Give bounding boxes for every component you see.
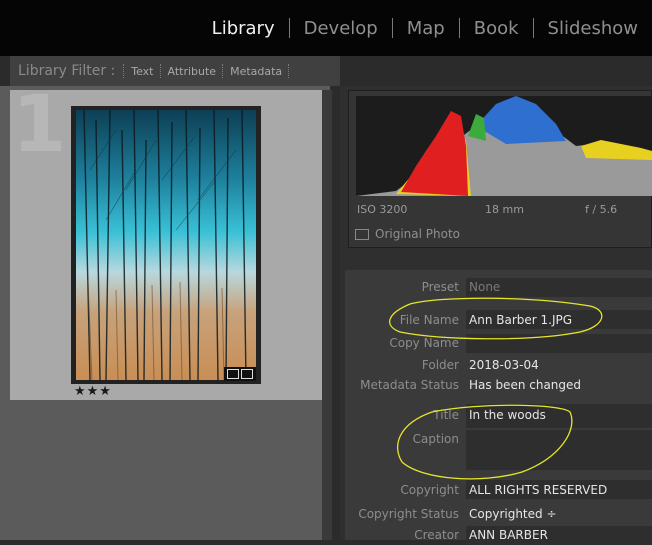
- title-value: In the woods: [469, 408, 546, 422]
- thumbnail-badges: [224, 367, 256, 381]
- star-rating[interactable]: ★★★: [74, 384, 112, 399]
- metadata-status-value: Has been changed: [469, 378, 582, 392]
- copyright-status-label: Copyright Status: [358, 507, 459, 521]
- camera-info-row: ISO 3200 18 mm f / 5.6: [357, 203, 652, 216]
- title-label: Title: [433, 408, 459, 422]
- folder-label: Folder: [421, 358, 459, 372]
- filter-attribute[interactable]: Attribute: [162, 65, 223, 78]
- original-photo-label: Original Photo: [375, 227, 461, 241]
- filter-text[interactable]: Text: [125, 65, 159, 78]
- module-slideshow[interactable]: Slideshow: [534, 18, 652, 39]
- photo-thumbnail[interactable]: [76, 110, 256, 380]
- metadata-row-file-name: File Name Ann Barber 1.JPG: [345, 310, 652, 332]
- copyright-status-dropdown[interactable]: Copyrighted ÷: [469, 507, 557, 521]
- metadata-badge-icon[interactable]: [227, 369, 239, 379]
- caption-field[interactable]: [466, 430, 652, 470]
- grid-scrollbar[interactable]: [322, 90, 332, 540]
- metadata-row-preset: Preset None: [345, 278, 652, 298]
- module-map[interactable]: Map: [393, 18, 459, 39]
- checkbox-icon[interactable]: [355, 228, 369, 240]
- metadata-row-status: Metadata Status Has been changed: [345, 378, 652, 396]
- metadata-row-copyright: Copyright ALL RIGHTS RESERVED: [345, 480, 652, 500]
- aperture-value: f / 5.6: [585, 203, 618, 216]
- focal-length: 18 mm: [485, 203, 524, 216]
- copy-name-label: Copy Name: [389, 336, 459, 350]
- forest-photo: [76, 110, 256, 380]
- preset-label: Preset: [421, 280, 459, 294]
- filter-metadata[interactable]: Metadata: [224, 65, 288, 78]
- metadata-row-folder: Folder 2018-03-04: [345, 358, 652, 376]
- copy-badge-icon[interactable]: [241, 369, 253, 379]
- copyright-value: ALL RIGHTS RESERVED: [469, 483, 608, 497]
- preset-value: None: [469, 280, 501, 294]
- caption-label: Caption: [412, 432, 459, 446]
- folder-value[interactable]: 2018-03-04: [469, 358, 539, 372]
- copyright-label: Copyright: [400, 483, 459, 497]
- metadata-row-copyright-status: Copyright Status Copyrighted ÷: [345, 506, 652, 524]
- library-filter-label: Library Filter :: [18, 63, 116, 79]
- file-name-value: Ann Barber 1.JPG: [469, 313, 573, 327]
- module-develop[interactable]: Develop: [290, 18, 392, 39]
- filter-separator: [288, 64, 290, 78]
- file-name-label: File Name: [399, 313, 459, 327]
- metadata-row-copy-name: Copy Name: [345, 334, 652, 356]
- copy-name-field[interactable]: [466, 334, 652, 353]
- metadata-status-label: Metadata Status: [360, 378, 459, 392]
- grid-cell-index: 1: [12, 80, 67, 170]
- original-photo-toggle[interactable]: Original Photo: [355, 227, 460, 241]
- metadata-row-title: Title In the woods: [345, 404, 652, 428]
- module-book[interactable]: Book: [460, 18, 533, 39]
- histogram-graph: [356, 96, 652, 196]
- iso-value: ISO 3200: [357, 203, 408, 216]
- module-picker: Library Develop Map Book Slideshow: [198, 0, 652, 56]
- module-library[interactable]: Library: [198, 18, 289, 39]
- metadata-row-caption: Caption: [345, 430, 652, 470]
- metadata-row-creator: Creator ANN BARBER: [345, 526, 652, 545]
